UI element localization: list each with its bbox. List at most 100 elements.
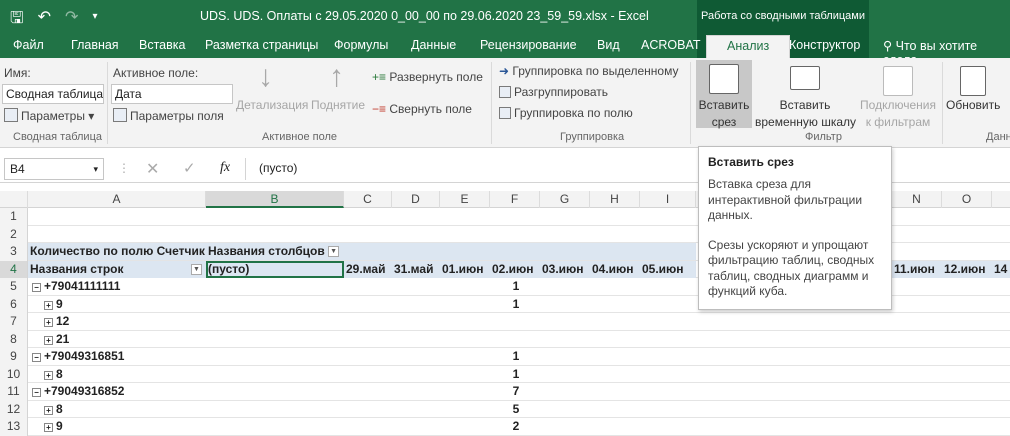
- pivot-row-item[interactable]: − +79049316851: [30, 348, 124, 365]
- pivot-row-item[interactable]: +12: [42, 313, 69, 330]
- select-all[interactable]: [0, 191, 28, 208]
- pivot-value[interactable]: 2: [490, 418, 540, 435]
- column-header[interactable]: I: [640, 191, 696, 208]
- pivot-row-item[interactable]: − +79041111111: [30, 278, 120, 295]
- collapse-field-button[interactable]: −≡ Свернуть поле: [372, 102, 472, 116]
- column-header[interactable]: D: [392, 191, 440, 208]
- column-header[interactable]: O: [942, 191, 992, 208]
- tab-acrobat[interactable]: ACROBAT: [641, 38, 701, 52]
- column-header[interactable]: E: [440, 191, 490, 208]
- pivot-column-labels[interactable]: Названия столбцов ▼: [206, 243, 344, 260]
- row-header[interactable]: 6: [0, 295, 28, 313]
- pivot-row-item[interactable]: +9: [42, 418, 63, 435]
- pivot-date-header[interactable]: 14: [992, 260, 1010, 278]
- ungroup-button[interactable]: Разгруппировать: [499, 85, 608, 99]
- pivot-value[interactable]: 7: [490, 383, 540, 400]
- name-box[interactable]: B4 ▾: [4, 158, 104, 180]
- row-header[interactable]: 13: [0, 418, 28, 436]
- pivot-date-header[interactable]: 04.июн: [590, 260, 640, 278]
- expand-icon[interactable]: +: [44, 300, 53, 310]
- drill-down-button[interactable]: Детализация: [236, 98, 308, 112]
- insert-function-icon[interactable]: fx: [220, 160, 230, 176]
- row-header[interactable]: 7: [0, 313, 28, 331]
- collapse-icon[interactable]: −: [32, 283, 41, 292]
- undo-icon[interactable]: ↶: [38, 7, 51, 34]
- pivot-date-header[interactable]: 12.июн: [942, 260, 992, 278]
- pivot-date-header[interactable]: 03.июн: [540, 260, 590, 278]
- tab-design[interactable]: Конструктор: [789, 38, 860, 52]
- tab-formulas[interactable]: Формулы: [334, 38, 388, 52]
- column-header[interactable]: G: [540, 191, 590, 208]
- pivot-row-labels[interactable]: Названия строк ▼: [28, 260, 206, 278]
- group-selection-button[interactable]: ➜ Группировка по выделенному: [499, 64, 678, 78]
- expand-icon[interactable]: +: [44, 370, 53, 380]
- collapse-icon[interactable]: −: [32, 388, 41, 397]
- cancel-icon[interactable]: ✕: [146, 159, 159, 179]
- group-field-button[interactable]: Группировка по полю: [499, 106, 633, 120]
- selected-cell-b4[interactable]: (пусто): [206, 260, 344, 278]
- confirm-icon[interactable]: ✓: [183, 159, 196, 177]
- row-header[interactable]: 1: [0, 208, 28, 226]
- insert-timeline-button[interactable]: Вставить временную шкалу: [755, 60, 856, 129]
- row-header[interactable]: 11: [0, 383, 28, 401]
- expand-icon[interactable]: +: [44, 335, 53, 345]
- tab-page-layout[interactable]: Разметка страницы: [205, 38, 318, 52]
- column-header[interactable]: A: [28, 191, 206, 208]
- pivot-value[interactable]: 1: [490, 366, 540, 383]
- row-header[interactable]: 4: [0, 260, 28, 278]
- collapse-icon[interactable]: −: [32, 353, 41, 362]
- pivot-options-button[interactable]: Параметры ▾: [4, 108, 94, 123]
- column-header[interactable]: C: [344, 191, 392, 208]
- expand-icon[interactable]: +: [44, 318, 53, 327]
- filter-connections-button[interactable]: Подключения к фильтрам: [856, 60, 940, 129]
- pivot-row-item[interactable]: +8: [42, 366, 63, 383]
- row-header[interactable]: 5: [0, 278, 28, 296]
- field-settings-button[interactable]: Параметры поля: [113, 108, 224, 123]
- expand-icon[interactable]: +: [44, 405, 53, 415]
- drill-up-button[interactable]: Поднятие: [311, 98, 365, 112]
- tab-review[interactable]: Рецензирование: [480, 38, 577, 52]
- tab-analyze[interactable]: Анализ: [706, 35, 791, 58]
- pivot-date-header[interactable]: 05.июн: [640, 260, 696, 278]
- row-header[interactable]: 2: [0, 225, 28, 243]
- insert-slicer-button[interactable]: Вставить срез: [696, 60, 752, 129]
- row-header[interactable]: 10: [0, 365, 28, 383]
- pivot-row-item[interactable]: +9: [42, 296, 63, 313]
- pivot-value[interactable]: 1: [490, 278, 540, 295]
- pivot-value[interactable]: 1: [490, 296, 540, 313]
- column-header[interactable]: N: [892, 191, 942, 208]
- pivot-row-item[interactable]: − +79049316852: [30, 383, 124, 400]
- pivot-date-header[interactable]: 02.июн: [490, 260, 540, 278]
- column-header[interactable]: F: [490, 191, 540, 208]
- redo-icon[interactable]: ↷: [65, 7, 78, 34]
- expand-field-button[interactable]: +≡ Развернуть поле: [372, 70, 483, 84]
- tab-file[interactable]: Файл: [13, 38, 44, 52]
- active-field-input[interactable]: Дата: [111, 84, 233, 104]
- save-icon[interactable]: 🖫: [10, 7, 24, 34]
- pivot-date-header[interactable]: 29.май: [344, 260, 392, 278]
- row-header[interactable]: 9: [0, 348, 28, 366]
- pivot-row-item[interactable]: +8: [42, 401, 63, 418]
- tab-view[interactable]: Вид: [597, 38, 620, 52]
- tab-data[interactable]: Данные: [411, 38, 456, 52]
- qat-customize-icon[interactable]: ▾: [92, 11, 97, 34]
- filter-dropdown-icon[interactable]: ▼: [191, 263, 202, 275]
- pivot-date-header[interactable]: 01.июн: [440, 260, 490, 278]
- filter-dropdown-icon[interactable]: ▼: [328, 246, 340, 258]
- formula-input[interactable]: (пусто): [259, 161, 297, 175]
- pivot-value[interactable]: 5: [490, 401, 540, 418]
- row-header[interactable]: 8: [0, 330, 28, 348]
- pivot-value[interactable]: 1: [490, 348, 540, 365]
- pivot-date-header[interactable]: 31.май: [392, 260, 440, 278]
- row-header[interactable]: 12: [0, 400, 28, 418]
- column-header[interactable]: B: [206, 191, 344, 208]
- row-header[interactable]: 3: [0, 243, 28, 261]
- tab-insert[interactable]: Вставка: [139, 38, 185, 52]
- pivot-name-field[interactable]: Сводная таблица1: [2, 84, 104, 104]
- pivot-count-label[interactable]: Количество по полю Счетчик: [28, 243, 206, 260]
- pivot-date-header[interactable]: 11.июн: [892, 260, 942, 278]
- pivot-row-item[interactable]: +21: [42, 331, 69, 348]
- tab-home[interactable]: Главная: [71, 38, 119, 52]
- refresh-button[interactable]: Обновить: [944, 60, 1010, 128]
- column-header[interactable]: H: [590, 191, 640, 208]
